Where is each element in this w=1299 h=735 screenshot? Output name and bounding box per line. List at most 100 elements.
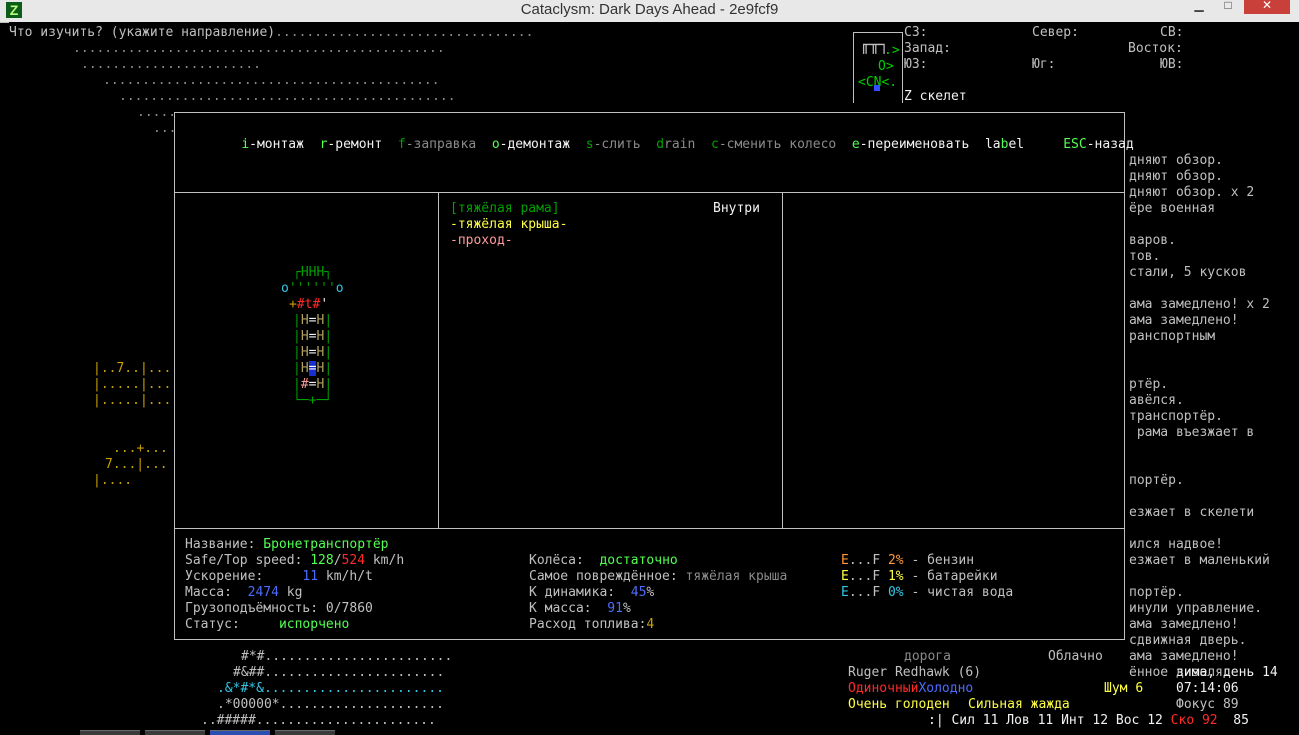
menu-drain[interactable]: drain	[656, 137, 695, 152]
minimap-row: O>	[878, 59, 894, 74]
vehicle-row: o''''''o	[281, 281, 344, 296]
stat-fuel-use: Расход топлива:4	[529, 617, 655, 632]
look-target: Z скелет	[904, 89, 967, 104]
stat-wheels: Колёса: достаточно	[529, 553, 678, 568]
vehicle-dialog: i-монтаж r-ремонт f-заправка o-демонтаж …	[174, 112, 1134, 640]
stats-line: :| Сил 11 Лов 11 Инт 12 Вос 12 Ско 92 85	[928, 713, 1249, 728]
compass-s: Юг:	[1032, 57, 1056, 72]
taskbar-item[interactable]	[275, 730, 335, 735]
log-line: езжает в скелети	[1129, 505, 1255, 520]
fuel-gauge-battery: E...F 1% - батарейки	[841, 569, 998, 584]
log-line: портёр.	[1129, 473, 1184, 488]
window-titlebar: Z Cataclysm: Dark Days Ahead - 2e9fcf9 ▁…	[0, 0, 1299, 23]
vehicle-row: |H=H|	[293, 313, 333, 328]
noise-label: Шум 6	[1104, 681, 1144, 696]
thirst-status: Сильная жажда	[968, 697, 1070, 712]
log-line: рама въезжает в	[1129, 425, 1255, 440]
menu-change-wheel[interactable]: c-сменить колесо	[711, 137, 836, 152]
log-line: ама замедлено! x 2	[1129, 297, 1270, 312]
minimap: ╓╥┐ .> O> <CN<.	[853, 32, 903, 103]
log-line: сдвижная дверь.	[1129, 633, 1247, 648]
menu-repair[interactable]: r-ремонт	[320, 137, 383, 152]
map-row: 7...|...	[105, 457, 168, 472]
log-line: ама замедлено!	[1129, 617, 1239, 632]
map-row: .*00000*.....................	[217, 697, 444, 712]
menu-back[interactable]: ESC-назад	[1063, 137, 1133, 152]
map-row: |..7..|...	[93, 361, 172, 376]
taskbar-item[interactable]	[210, 730, 270, 735]
log-line: стали, 5 кусков	[1129, 265, 1247, 280]
stat-kmass: К масса: 91%	[529, 601, 631, 616]
log-line: дняют обзор.	[1129, 169, 1223, 184]
part-item[interactable]: -тяжёлая крыша-	[450, 217, 567, 233]
vehicle-row: |H=H|	[293, 329, 333, 344]
menu-refill[interactable]: f-заправка	[398, 137, 476, 152]
parts-header: Внутри	[713, 201, 760, 216]
log-line: дняют обзор.	[1129, 153, 1223, 168]
log-line: авёлся.	[1129, 393, 1184, 408]
vehicle-row: |#=H|	[293, 377, 333, 392]
focus-label: Фокус 89	[1176, 697, 1239, 712]
map-row: |.....|...	[93, 393, 172, 408]
minimap-row: .>	[884, 43, 900, 58]
vehicle-row: +#t#'	[289, 297, 329, 312]
log-line: ился надвое!	[1129, 537, 1223, 552]
compass-n: Север:	[1032, 25, 1079, 40]
map-row: ........................................…	[119, 89, 456, 104]
part-item[interactable]: [тяжёлая рама]	[450, 201, 560, 217]
map-row: .&*#*&.......................	[217, 681, 444, 696]
stat-speed: Safe/Top speed: 128/524 km/h	[185, 553, 405, 568]
map-row: |.....|...	[93, 377, 172, 392]
stat-mass: Масса: 2474 kg	[185, 585, 303, 600]
stat-dynamics: К динамика: 45%	[529, 585, 655, 600]
menu-remove[interactable]: o-демонтаж	[492, 137, 570, 152]
menu-siphon[interactable]: s-слить	[586, 137, 641, 152]
menu-install[interactable]: i-монтаж	[241, 137, 304, 152]
vehicle-menu: i-монтаж r-ремонт f-заправка o-демонтаж …	[210, 121, 1133, 169]
compass-e: Восток:	[1128, 41, 1183, 56]
message-log: дняют обзор. дняют обзор. дняют обзор. x 2…	[1129, 121, 1270, 713]
compass-ne: СВ:	[1160, 25, 1184, 40]
fuel-gauge-gasoline: E...F 2% - бензин	[841, 553, 975, 568]
divider	[782, 192, 783, 528]
close-button[interactable]: ✕	[1244, 0, 1290, 14]
character-name: Ruger Redhawk (6)	[848, 665, 982, 680]
terrain-label: дорога	[904, 649, 951, 664]
vehicle-row: |H=H|	[293, 361, 333, 376]
divider	[175, 528, 1124, 529]
hunger-status: Очень голоден	[848, 697, 950, 712]
minimize-button[interactable]: ▁	[1185, 0, 1213, 12]
log-line: транспортёр.	[1129, 409, 1223, 424]
divider	[438, 192, 439, 528]
compass-se: ЮВ:	[1160, 57, 1184, 72]
time-label: 07:14:06	[1176, 681, 1239, 696]
log-line: ама замедлено!	[1129, 313, 1239, 328]
stat-name: Название: Бронетранспортёр	[185, 537, 389, 552]
menu-label[interactable]: label	[985, 137, 1024, 152]
stat-capacity: Грузоподъёмность: 0/7860	[185, 601, 373, 616]
stat-accel: Ускорение: 11 km/h/t	[185, 569, 373, 584]
log-line: тов.	[1129, 249, 1161, 264]
temperature-status: ОдиночныйХолодно	[848, 681, 974, 696]
stat-damaged: Самое повреждённое: тяжёлая крыша	[529, 569, 788, 584]
window-title: Cataclysm: Dark Days Ahead - 2e9fcf9	[520, 1, 779, 18]
vehicle-row: |H=H|	[293, 345, 333, 360]
player-marker-icon	[874, 85, 880, 91]
compass-w: Запад:	[904, 41, 951, 56]
map-row: .......................	[81, 57, 262, 72]
log-line: езжает в маленький	[1129, 553, 1270, 568]
taskbar-item[interactable]	[145, 730, 205, 735]
taskbar-item[interactable]	[80, 730, 140, 735]
maximize-button[interactable]: □	[1214, 0, 1242, 12]
log-line: портёр.	[1129, 585, 1184, 600]
look-prompt: Что изучить? (укажите направление)......…	[9, 25, 534, 40]
log-line: ёре военная	[1129, 201, 1216, 216]
map-row: .......................	[73, 41, 254, 56]
part-item[interactable]: -проход-	[450, 233, 513, 249]
menu-rename[interactable]: e-переименовать	[852, 137, 969, 152]
log-line: дняют обзор. x 2	[1129, 185, 1255, 200]
map-row: ..#####.......................	[201, 713, 436, 728]
log-line: ртёр.	[1129, 377, 1169, 392]
map-row: ...	[153, 121, 177, 136]
stat-status: Статус: испорчено	[185, 617, 350, 632]
